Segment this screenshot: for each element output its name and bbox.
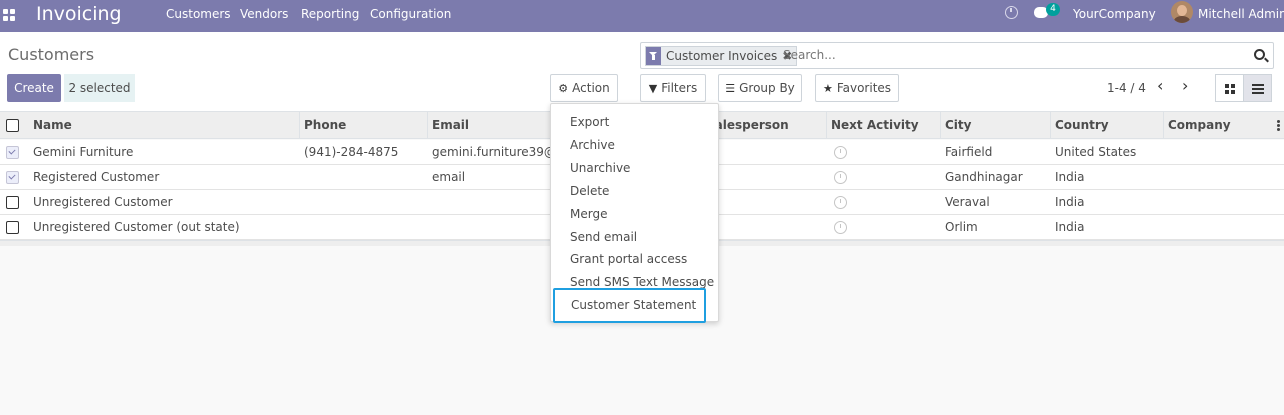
group-by-button[interactable]: ☰ Group By: [718, 74, 802, 102]
cell-country: India: [1055, 220, 1085, 234]
menu-item-merge[interactable]: Merge: [551, 203, 718, 225]
cell-city: Veraval: [945, 195, 990, 209]
row-checkbox[interactable]: [6, 146, 19, 159]
action-dropdown-menu: Export Archive Unarchive Delete Merge Se…: [550, 103, 719, 323]
column-header-country[interactable]: Country: [1051, 112, 1164, 139]
cell-country: India: [1055, 195, 1085, 209]
search-input[interactable]: [783, 48, 1233, 62]
app-title[interactable]: Invoicing: [36, 1, 122, 27]
cell-email: gemini.furniture39@ex: [432, 145, 550, 159]
chevron-left-icon[interactable]: ‹: [1157, 78, 1163, 94]
kanban-icon: [1225, 84, 1235, 94]
pager-value[interactable]: 1-4 / 4: [1107, 81, 1146, 95]
search-facet: Customer Invoices ✖: [645, 46, 798, 66]
company-switcher[interactable]: YourCompany: [1073, 7, 1156, 21]
column-header-city[interactable]: City: [941, 112, 1051, 139]
action-button-label: Action: [572, 81, 610, 95]
favorites-button[interactable]: ★ Favorites: [815, 74, 899, 102]
clock-icon[interactable]: [834, 221, 847, 234]
chevron-right-icon[interactable]: ›: [1182, 78, 1188, 94]
message-count-badge: 4: [1046, 3, 1060, 16]
cell-name: Gemini Furniture: [33, 145, 134, 159]
action-button[interactable]: ⚙ Action: [550, 74, 618, 102]
menu-item-archive[interactable]: Archive: [551, 134, 718, 156]
row-checkbox[interactable]: [6, 171, 19, 184]
menu-item-grant-portal-access[interactable]: Grant portal access: [551, 248, 718, 270]
star-icon: ★: [822, 81, 833, 95]
select-all-checkbox[interactable]: [6, 119, 19, 132]
favorites-button-label: Favorites: [836, 81, 892, 95]
user-menu[interactable]: Mitchell Admin: [1198, 7, 1284, 21]
cell-phone: [300, 215, 428, 240]
row-checkbox[interactable]: [6, 196, 19, 209]
cell-name: Registered Customer: [33, 170, 160, 184]
column-header-name[interactable]: Name: [29, 112, 300, 139]
column-header-phone[interactable]: Phone: [300, 112, 428, 139]
list-icon: [1252, 84, 1264, 94]
row-checkbox[interactable]: [6, 221, 19, 234]
top-navbar: Invoicing Customers Vendors Reporting Co…: [0, 0, 1284, 32]
cell-email: [428, 190, 550, 215]
cell-country: India: [1055, 170, 1085, 184]
menu-item-unarchive[interactable]: Unarchive: [551, 157, 718, 179]
cell-name: Unregistered Customer (out state): [33, 220, 240, 234]
cell-phone: [300, 165, 428, 190]
filter-icon: [646, 47, 661, 65]
cell-city: Orlim: [945, 220, 978, 234]
search-facet-label: Customer Invoices: [666, 49, 778, 63]
list-view-button[interactable]: [1243, 74, 1272, 102]
cell-email: [428, 215, 550, 240]
kanban-view-button[interactable]: [1215, 74, 1244, 102]
create-button[interactable]: Create: [7, 74, 61, 102]
menu-reporting[interactable]: Reporting: [301, 7, 359, 21]
menu-customers[interactable]: Customers: [166, 7, 231, 21]
menu-item-send-email[interactable]: Send email: [551, 226, 718, 248]
menu-item-export[interactable]: Export: [551, 111, 718, 133]
user-avatar[interactable]: [1171, 1, 1193, 23]
search-bar[interactable]: Customer Invoices ✖: [640, 42, 1274, 69]
column-header-salesperson[interactable]: Salesperson: [702, 112, 827, 139]
menu-item-delete[interactable]: Delete: [551, 180, 718, 202]
apps-menu-icon[interactable]: [3, 9, 15, 21]
page-title: Customers: [8, 45, 95, 64]
filter-icon: ▼: [648, 81, 658, 95]
cell-phone: [300, 190, 428, 215]
cell-name: Unregistered Customer: [33, 195, 173, 209]
menu-item-customer-statement[interactable]: Customer Statement: [553, 288, 706, 323]
clock-icon[interactable]: [834, 171, 847, 184]
cell-city: Fairfield: [945, 145, 993, 159]
optional-columns-icon[interactable]: [1277, 120, 1280, 131]
activity-clock-icon[interactable]: [1005, 6, 1018, 19]
selected-count-badge: 2 selected: [64, 74, 135, 102]
cell-country: United States: [1055, 145, 1137, 159]
clock-icon[interactable]: [834, 196, 847, 209]
column-header-next-activity[interactable]: Next Activity: [827, 112, 941, 139]
cell-phone: (941)-284-4875: [304, 145, 399, 159]
column-header-company[interactable]: Company: [1164, 112, 1274, 139]
group-by-button-label: Group By: [739, 81, 795, 95]
filters-button[interactable]: ▼ Filters: [640, 74, 706, 102]
gear-icon: ⚙: [558, 81, 569, 95]
menu-vendors[interactable]: Vendors: [240, 7, 288, 21]
cell-email: email: [432, 170, 466, 184]
control-panel: Customers Customer Invoices ✖ Create 2 s…: [0, 32, 1284, 112]
bars-icon: ☰: [725, 81, 736, 95]
filters-button-label: Filters: [661, 81, 698, 95]
clock-icon[interactable]: [834, 146, 847, 159]
cell-city: Gandhinagar: [945, 170, 1023, 184]
menu-configuration[interactable]: Configuration: [370, 7, 451, 21]
search-icon[interactable]: [1254, 49, 1265, 60]
